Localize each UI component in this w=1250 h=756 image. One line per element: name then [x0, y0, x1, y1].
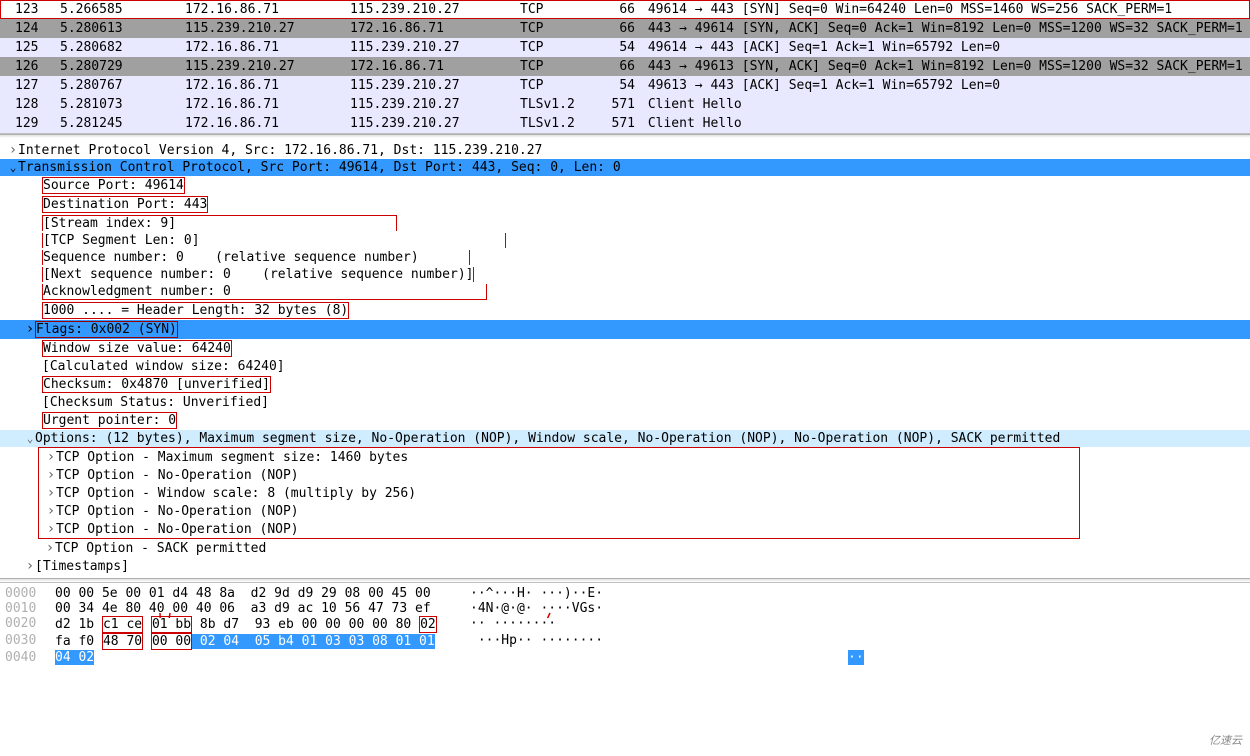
packet-row[interactable]: 1245.280613115.239.210.27172.16.86.71TCP…: [0, 19, 1250, 38]
window-size[interactable]: Window size value: 64240: [0, 339, 1250, 358]
checksum-status[interactable]: [Checksum Status: Unverified]: [0, 394, 1250, 411]
tcp-seg-len[interactable]: [TCP Segment Len: 0]: [0, 232, 1250, 249]
packet-row[interactable]: 1255.280682172.16.86.71115.239.210.27TCP…: [0, 38, 1250, 57]
header-length[interactable]: 1000 .... = Header Length: 32 bytes (8): [0, 301, 1250, 320]
next-seq[interactable]: [Next sequence number: 0 (relative seque…: [0, 266, 1250, 283]
opt-mss[interactable]: TCP Option - Maximum segment size: 1460 …: [39, 448, 1079, 466]
checksum[interactable]: Checksum: 0x4870 [unverified]: [0, 375, 1250, 394]
packet-row[interactable]: 1295.281245172.16.86.71115.239.210.27TLS…: [0, 114, 1250, 133]
watermark-logo: 亿速云: [1209, 732, 1242, 748]
source-port[interactable]: Source Port: 49614: [0, 176, 1250, 195]
dest-port[interactable]: Destination Port: 443: [0, 195, 1250, 214]
flags[interactable]: Flags: 0x002 (SYN): [0, 320, 1250, 339]
ack-number[interactable]: Acknowledgment number: 0: [0, 283, 1250, 301]
opt-sack[interactable]: TCP Option - SACK permitted: [0, 539, 1250, 557]
packet-row[interactable]: 1275.280767172.16.86.71115.239.210.27TCP…: [0, 76, 1250, 95]
hex-row[interactable]: 0010 00 34 4e 80 40 00 40 06 a3 d9 ac 10…: [0, 601, 1250, 616]
opt-nop1[interactable]: TCP Option - No-Operation (NOP): [39, 466, 1079, 484]
ip-header-line[interactable]: Internet Protocol Version 4, Src: 172.16…: [0, 141, 1250, 159]
packet-row[interactable]: 1265.280729115.239.210.27172.16.86.71TCP…: [0, 57, 1250, 76]
details-tree[interactable]: Internet Protocol Version 4, Src: 172.16…: [0, 138, 1250, 578]
timestamps[interactable]: [Timestamps]: [0, 557, 1250, 575]
hex-offset: 0000: [0, 586, 55, 601]
hex-row[interactable]: 0040 04 02 ··: [0, 650, 1250, 665]
packet-list[interactable]: 1235.266585172.16.86.71115.239.210.27TCP…: [0, 0, 1250, 134]
options[interactable]: Options: (12 bytes), Maximum segment siz…: [0, 430, 1250, 447]
hex-row[interactable]: 0020 d2 1b c1 ce 01 bb 8b d7 93 eb 00 00…: [0, 616, 1250, 633]
packet-row[interactable]: 1235.266585172.16.86.71115.239.210.27TCP…: [0, 0, 1250, 19]
opt-nop2[interactable]: TCP Option - No-Operation (NOP): [39, 502, 1079, 520]
opt-ws[interactable]: TCP Option - Window scale: 8 (multiply b…: [39, 484, 1079, 502]
tcp-header-line[interactable]: Transmission Control Protocol, Src Port:…: [0, 159, 1250, 176]
hex-pane[interactable]: 0000 00 00 5e 00 01 d4 48 8a d2 9d d9 29…: [0, 582, 1250, 668]
packet-row[interactable]: 1285.281073172.16.86.71115.239.210.27TLS…: [0, 95, 1250, 114]
opt-nop3[interactable]: TCP Option - No-Operation (NOP): [39, 520, 1079, 538]
stream-index[interactable]: [Stream index: 9]: [0, 214, 1250, 232]
sequence-number[interactable]: Sequence number: 0 (relative sequence nu…: [0, 249, 1250, 266]
hex-row[interactable]: 0000 00 00 5e 00 01 d4 48 8a d2 9d d9 29…: [0, 586, 1250, 601]
urgent-pointer[interactable]: Urgent pointer: 0: [0, 411, 1250, 430]
calc-window[interactable]: [Calculated window size: 64240]: [0, 358, 1250, 375]
hex-row[interactable]: 0030 fa f0 48 70 00 00 02 04 05 b4 01 03…: [0, 633, 1250, 650]
